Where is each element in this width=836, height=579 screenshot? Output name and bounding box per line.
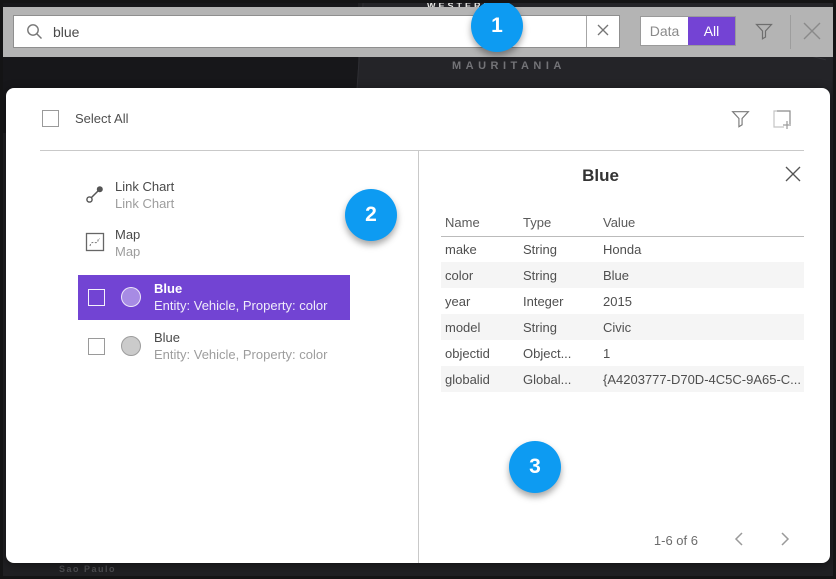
cell-name: objectid (441, 340, 519, 366)
list-item-map[interactable]: Map Map (78, 226, 378, 266)
cell-value: Civic (599, 314, 804, 340)
funnel-filter-icon (730, 108, 751, 132)
toggle-option-all[interactable]: All (688, 17, 735, 45)
cell-name: globalid (441, 366, 519, 392)
result-title: Link Chart (115, 178, 174, 195)
map-icon (85, 232, 105, 257)
list-item-link-chart[interactable]: Link Chart Link Chart (78, 178, 378, 218)
link-chart-icon (85, 184, 105, 209)
result-subtitle: Entity: Vehicle, Property: color (154, 297, 327, 314)
cell-value: {A4203777-D70D-4C5C-9A65-C... (599, 366, 804, 392)
next-page-button[interactable] (780, 532, 790, 549)
x-clear-icon (597, 23, 609, 41)
results-panel: Select All (6, 88, 830, 563)
funnel-filter-icon (754, 21, 774, 44)
cell-value: Blue (599, 262, 804, 288)
map-label-sao-paulo: Sao Paulo (59, 564, 116, 574)
table-row[interactable]: globalid Global... {A4203777-D70D-4C5C-9… (441, 366, 804, 392)
result-title: Blue (154, 280, 327, 297)
table-row[interactable]: year Integer 2015 (441, 288, 804, 314)
list-item-blue[interactable]: Blue Entity: Vehicle, Property: color (78, 324, 350, 369)
previous-page-button[interactable] (734, 532, 744, 549)
result-subtitle: Link Chart (115, 195, 174, 212)
list-item-blue-selected[interactable]: Blue Entity: Vehicle, Property: color (78, 275, 350, 320)
attribute-table: Name Type Value make String Honda color … (441, 210, 804, 392)
column-header-value: Value (599, 210, 804, 236)
square-plus-icon (771, 108, 793, 133)
result-checkbox[interactable] (88, 338, 105, 355)
cell-type: Object... (519, 340, 599, 366)
search-toolbar: Data All (3, 7, 833, 57)
column-header-name: Name (441, 210, 519, 236)
column-header-type: Type (519, 210, 599, 236)
table-row[interactable]: color String Blue (441, 262, 804, 288)
pagination-label: 1-6 of 6 (654, 533, 698, 548)
table-row[interactable]: objectid Object... 1 (441, 340, 804, 366)
cell-type: String (519, 314, 599, 340)
detail-panel: Blue Name Type Value make Str (419, 150, 830, 563)
toolbar-divider (790, 15, 791, 49)
result-subtitle: Map (115, 243, 140, 260)
close-search-button[interactable] (799, 19, 825, 45)
select-all-checkbox[interactable] (42, 110, 59, 127)
filter-button[interactable] (751, 19, 777, 45)
search-box (13, 15, 620, 48)
annotation-callout-3: 3 (509, 441, 561, 493)
select-all-row: Select All (42, 110, 128, 127)
cell-name: make (441, 236, 519, 262)
entity-circle-icon (121, 287, 141, 307)
map-label-mauritania: MAURITANIA (452, 60, 566, 72)
close-detail-button[interactable] (782, 164, 804, 186)
table-row[interactable]: model String Civic (441, 314, 804, 340)
cell-type: Global... (519, 366, 599, 392)
select-all-label: Select All (75, 111, 128, 126)
app-window: WESTERN MAURITANIA Sao Paulo Data All (0, 0, 836, 579)
add-to-selection-button[interactable] (770, 108, 794, 132)
entity-circle-icon (121, 336, 141, 356)
cell-type: Integer (519, 288, 599, 314)
filter-results-button[interactable] (728, 108, 752, 132)
cell-type: String (519, 236, 599, 262)
cell-value: 2015 (599, 288, 804, 314)
annotation-callout-2: 2 (345, 189, 397, 241)
result-title: Map (115, 226, 140, 243)
cell-value: 1 (599, 340, 804, 366)
cell-value: Honda (599, 236, 804, 262)
toggle-option-data[interactable]: Data (641, 17, 688, 45)
search-icon (26, 23, 43, 40)
result-title: Blue (154, 329, 327, 346)
annotation-callout-1: 1 (471, 0, 523, 52)
cell-name: model (441, 314, 519, 340)
result-subtitle: Entity: Vehicle, Property: color (154, 346, 327, 363)
cell-name: year (441, 288, 519, 314)
pagination: 1-6 of 6 (654, 532, 790, 549)
table-row[interactable]: make String Honda (441, 236, 804, 262)
chevron-left-icon (734, 532, 744, 549)
cell-type: String (519, 262, 599, 288)
chevron-right-icon (780, 532, 790, 549)
x-close-icon (784, 165, 802, 186)
scope-toggle: Data All (640, 16, 736, 46)
cell-name: color (441, 262, 519, 288)
detail-title: Blue (419, 166, 782, 186)
clear-search-button[interactable] (586, 16, 619, 47)
result-checkbox[interactable] (88, 289, 105, 306)
x-close-icon (801, 20, 823, 45)
